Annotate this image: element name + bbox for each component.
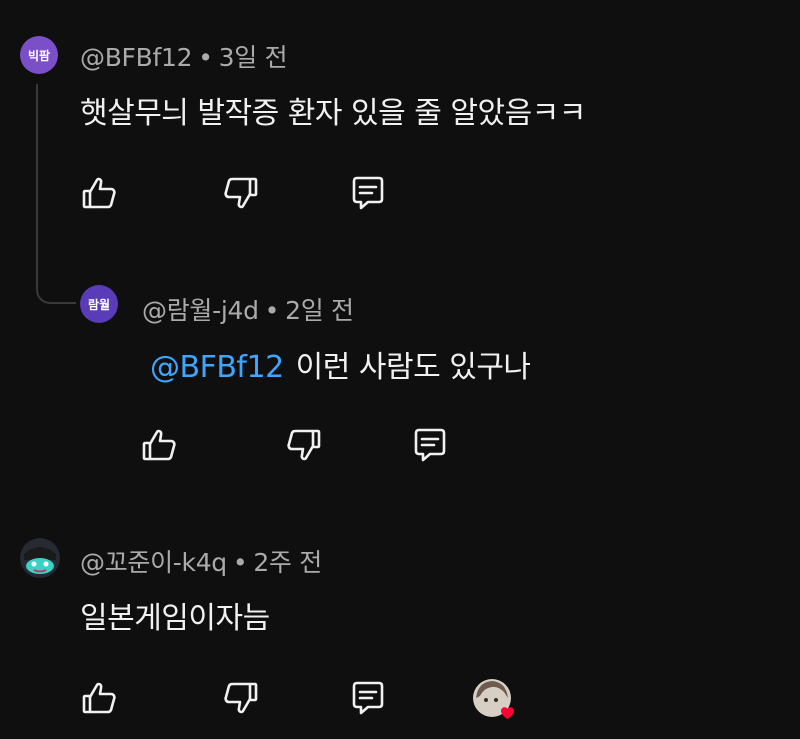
reply-comment-icon <box>352 681 384 715</box>
avatar[interactable] <box>20 538 60 578</box>
thumbs-up-icon <box>142 429 176 461</box>
comment-time[interactable]: 2주 전 <box>253 548 322 577</box>
thumbs-up-icon <box>82 682 116 714</box>
meta-separator: • <box>264 296 280 325</box>
reply-comment-icon <box>414 428 446 462</box>
dislike-button[interactable] <box>218 171 262 215</box>
thread-connector-line <box>36 84 76 304</box>
thumbs-up-icon <box>82 177 116 209</box>
comment-text: @BFBf12 이런 사람도 있구나 <box>150 342 531 386</box>
avatar[interactable]: 람월 <box>80 285 118 323</box>
meta-separator: • <box>232 548 248 577</box>
dislike-button[interactable] <box>218 676 262 720</box>
thumbs-down-icon <box>224 682 258 714</box>
like-button[interactable] <box>78 171 122 215</box>
reply-button[interactable] <box>346 171 390 215</box>
meta-separator: • <box>198 43 213 72</box>
dislike-button[interactable] <box>281 423 325 467</box>
author-handle[interactable]: @꼬준이-k4q <box>80 548 227 577</box>
comment-time[interactable]: 3일 전 <box>219 43 288 72</box>
avatar-text: 람월 <box>87 297 111 312</box>
author-handle[interactable]: @람월-j4d <box>142 296 259 325</box>
comment-meta: @꼬준이-k4q • 2주 전 <box>80 543 322 579</box>
creator-heart-badge <box>472 678 516 722</box>
creator-heart-icon <box>473 679 514 719</box>
comment-text: 햇살무늬 발작증 환자 있을 줄 알았음ㅋㅋ <box>80 96 586 131</box>
thumbs-down-icon <box>224 177 258 209</box>
avatar-text: 빅팜 <box>27 48 51 63</box>
comment-body: 이런 사람도 있구나 <box>295 350 531 385</box>
thumbs-down-icon <box>287 429 321 461</box>
comment-meta: @람월-j4d • 2일 전 <box>142 291 354 327</box>
mention-link[interactable]: @BFBf12 <box>150 350 284 385</box>
comment-meta: @BFBf12 • 3일 전 <box>80 38 288 74</box>
comment-time[interactable]: 2일 전 <box>285 296 354 325</box>
like-button[interactable] <box>138 423 182 467</box>
reply-button[interactable] <box>346 676 390 720</box>
avatar-image <box>20 538 60 578</box>
reply-button[interactable] <box>408 423 452 467</box>
comment-text: 일본게임이자늠 <box>80 601 270 636</box>
reply-comment-icon <box>352 176 384 210</box>
author-handle[interactable]: @BFBf12 <box>80 43 193 72</box>
avatar[interactable]: 빅팜 <box>20 36 58 74</box>
like-button[interactable] <box>78 676 122 720</box>
